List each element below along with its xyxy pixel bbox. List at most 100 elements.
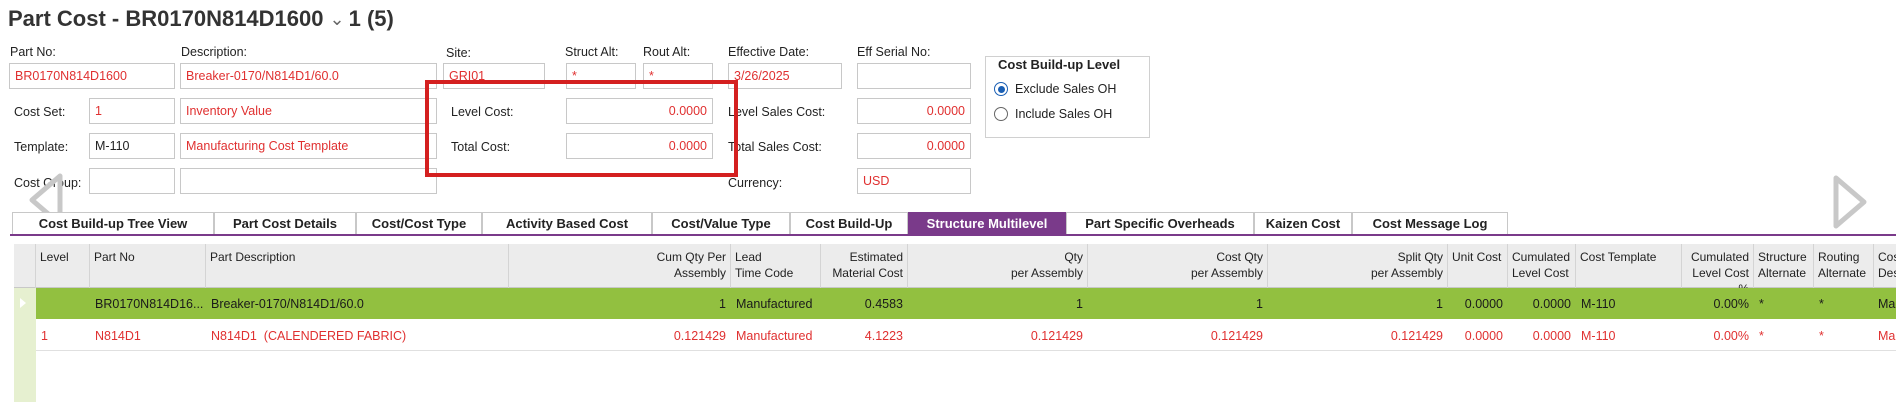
col-part-description[interactable]: Part Description xyxy=(206,244,509,288)
radio-selected-icon[interactable] xyxy=(994,82,1008,96)
page-title: Part Cost - BR0170N814D1600 ⌄ 1 (5) xyxy=(8,6,394,32)
cell-part-description: Breaker-0170/N814D1/60.0 xyxy=(211,296,364,311)
cell-unit-cost: 0.0000 xyxy=(1464,296,1503,311)
record-counter: 1 (5) xyxy=(348,6,394,31)
cell-qty-per-assembly: 0.121429 xyxy=(1030,328,1083,343)
rout-alt-label: Rout Alt: xyxy=(643,45,691,59)
tab-cost-cost-type[interactable]: Cost/Cost Type xyxy=(356,212,482,234)
tab-cost-build-up[interactable]: Cost Build-Up xyxy=(790,212,908,234)
col-cum-qty[interactable]: Cum Qty Per Assembly xyxy=(509,244,731,288)
eff-serial-no-label: Eff Serial No: xyxy=(857,45,931,59)
cell-lead-time-code: Manufactured xyxy=(736,296,813,311)
cell-unit-cost: 0.0000 xyxy=(1464,328,1503,343)
tab-bar: Cost Build-up Tree View Part Cost Detail… xyxy=(10,212,1896,236)
include-sales-oh-radio[interactable]: Include Sales OH xyxy=(994,107,1112,121)
cell-cost-qty-per-assembly: 1 xyxy=(1256,296,1263,311)
part-no-label: Part No: xyxy=(10,45,56,59)
tab-activity-based-cost[interactable]: Activity Based Cost xyxy=(482,212,652,234)
radio-unselected-icon[interactable] xyxy=(994,107,1008,121)
page-title-text: Part Cost - BR0170N814D1600 xyxy=(8,6,324,31)
eff-serial-no-field[interactable] xyxy=(857,63,971,89)
table-row-cells: 1 N814D1 N814D1 (CALENDERED FABRIC) 0.12… xyxy=(14,320,1896,351)
col-unit-cost[interactable]: Unit Cost xyxy=(1448,244,1508,288)
exclude-sales-oh-label: Exclude Sales OH xyxy=(1015,82,1117,96)
template-description-field: Manufacturing Cost Template xyxy=(180,133,437,159)
col-cost-qty-per-assembly[interactable]: Cost Qty per Assembly xyxy=(1088,244,1268,288)
highlight-box xyxy=(425,80,738,177)
cell-cumulated-level-cost-pct: 0.00% xyxy=(1713,296,1749,311)
cost-set-label: Cost Set: xyxy=(14,105,66,119)
template-label: Template: xyxy=(14,140,69,154)
col-structure-alternate[interactable]: Structure Alternate xyxy=(1754,244,1814,288)
cell-cost-qty-per-assembly: 0.121429 xyxy=(1210,328,1263,343)
cell-lead-time-code: Manufactured xyxy=(736,328,813,343)
struct-alt-label: Struct Alt: xyxy=(565,45,619,59)
cell-structure-alternate: * xyxy=(1759,328,1764,343)
cell-cum-qty: 1 xyxy=(719,296,726,311)
cell-level: 1 xyxy=(41,328,48,343)
chevron-down-icon[interactable]: ⌄ xyxy=(330,9,345,30)
cell-cumulated-level-cost: 0.0000 xyxy=(1532,296,1571,311)
effective-date-label: Effective Date: xyxy=(728,45,810,59)
currency-label: Currency: xyxy=(728,176,783,190)
tab-cost-buildup-tree-view[interactable]: Cost Build-up Tree View xyxy=(12,212,214,234)
cost-set-description-field: Inventory Value xyxy=(180,98,437,124)
template-field[interactable]: M-110 xyxy=(89,133,175,159)
col-cumulated-level-cost[interactable]: Cumulated Level Cost xyxy=(1508,244,1576,288)
part-no-field[interactable]: BR0170N814D1600 xyxy=(9,63,175,89)
site-label: Site: xyxy=(446,46,472,60)
tab-part-specific-overheads[interactable]: Part Specific Overheads xyxy=(1066,212,1254,234)
cost-group-field[interactable] xyxy=(89,168,175,194)
cell-cost-template: M-110 xyxy=(1581,296,1616,311)
col-routing-alternate[interactable]: Routing Alternate xyxy=(1814,244,1874,288)
exclude-sales-oh-radio[interactable]: Exclude Sales OH xyxy=(994,82,1116,96)
cell-part-description: N814D1 (CALENDERED FABRIC) xyxy=(211,328,407,343)
cell-split-qty-per-assembly: 0.121429 xyxy=(1390,328,1443,343)
cell-routing-alternate: * xyxy=(1819,328,1824,343)
col-lead-time-code[interactable]: Lead Time Code xyxy=(731,244,821,288)
total-sales-cost-label: Total Sales Cost: xyxy=(728,140,822,154)
col-part-no[interactable]: Part No xyxy=(90,244,206,288)
col-qty-per-assembly[interactable]: Qty per Assembly xyxy=(908,244,1088,288)
col-cost-template[interactable]: Cost Template xyxy=(1576,244,1682,288)
include-sales-oh-label: Include Sales OH xyxy=(1015,107,1113,121)
cost-buildup-level-title: Cost Build-up Level xyxy=(994,57,1125,72)
col-split-qty-per-assembly[interactable]: Split Qty per Assembly xyxy=(1268,244,1448,288)
tab-part-cost-details[interactable]: Part Cost Details xyxy=(214,212,356,234)
cell-cost-desc: Manu xyxy=(1878,328,1896,343)
grid-header: Level Part No Part Description Cum Qty P… xyxy=(14,244,1896,288)
cell-part-no[interactable]: N814D1 xyxy=(90,320,206,351)
level-sales-cost-label: Level Sales Cost: xyxy=(728,105,826,119)
col-level[interactable]: Level xyxy=(36,244,90,288)
cell-part-no[interactable]: BR0170N814D16... xyxy=(90,288,206,319)
tab-cost-value-type[interactable]: Cost/Value Type xyxy=(652,212,790,234)
currency-field[interactable]: USD xyxy=(857,168,971,194)
description-field[interactable]: Breaker-0170/N814D1/60.0 xyxy=(180,63,437,89)
cost-buildup-level-group: Cost Build-up Level Exclude Sales OH Inc… xyxy=(985,56,1150,138)
cell-est-material-cost: 0.4583 xyxy=(864,296,903,311)
cell-cost-template: M-110 xyxy=(1581,328,1616,343)
cell-structure-alternate: * xyxy=(1759,296,1764,311)
cell-cum-qty: 0.121429 xyxy=(673,328,726,343)
effective-date-field[interactable]: 3/26/2025 xyxy=(728,63,842,89)
cell-routing-alternate: * xyxy=(1819,296,1824,311)
cell-level xyxy=(36,288,90,319)
tab-cost-message-log[interactable]: Cost Message Log xyxy=(1352,212,1508,234)
cell-split-qty-per-assembly: 1 xyxy=(1436,296,1443,311)
table-row-cells: BR0170N814D16... Breaker-0170/N814D1/60.… xyxy=(14,288,1896,319)
cell-cumulated-level-cost-pct: 0.00% xyxy=(1713,328,1749,343)
tab-kaizen-cost[interactable]: Kaizen Cost xyxy=(1254,212,1352,234)
cell-qty-per-assembly: 1 xyxy=(1076,296,1083,311)
cell-cumulated-level-cost: 0.0000 xyxy=(1532,328,1571,343)
grid-header-select xyxy=(14,244,36,288)
total-sales-cost-field: 0.0000 xyxy=(857,133,971,159)
col-cost-desc[interactable]: Cost Desc xyxy=(1874,244,1896,288)
level-sales-cost-field: 0.0000 xyxy=(857,98,971,124)
tab-structure-multilevel[interactable]: Structure Multilevel xyxy=(908,212,1066,234)
col-cumulated-level-cost-pct[interactable]: Cumulated Level Cost % xyxy=(1682,244,1754,288)
cost-set-field[interactable]: 1 xyxy=(89,98,175,124)
col-est-material-cost[interactable]: Estimated Material Cost xyxy=(821,244,908,288)
cost-group-description-field xyxy=(180,168,437,194)
cell-est-material-cost: 4.1223 xyxy=(864,328,903,343)
description-label: Description: xyxy=(181,45,247,59)
